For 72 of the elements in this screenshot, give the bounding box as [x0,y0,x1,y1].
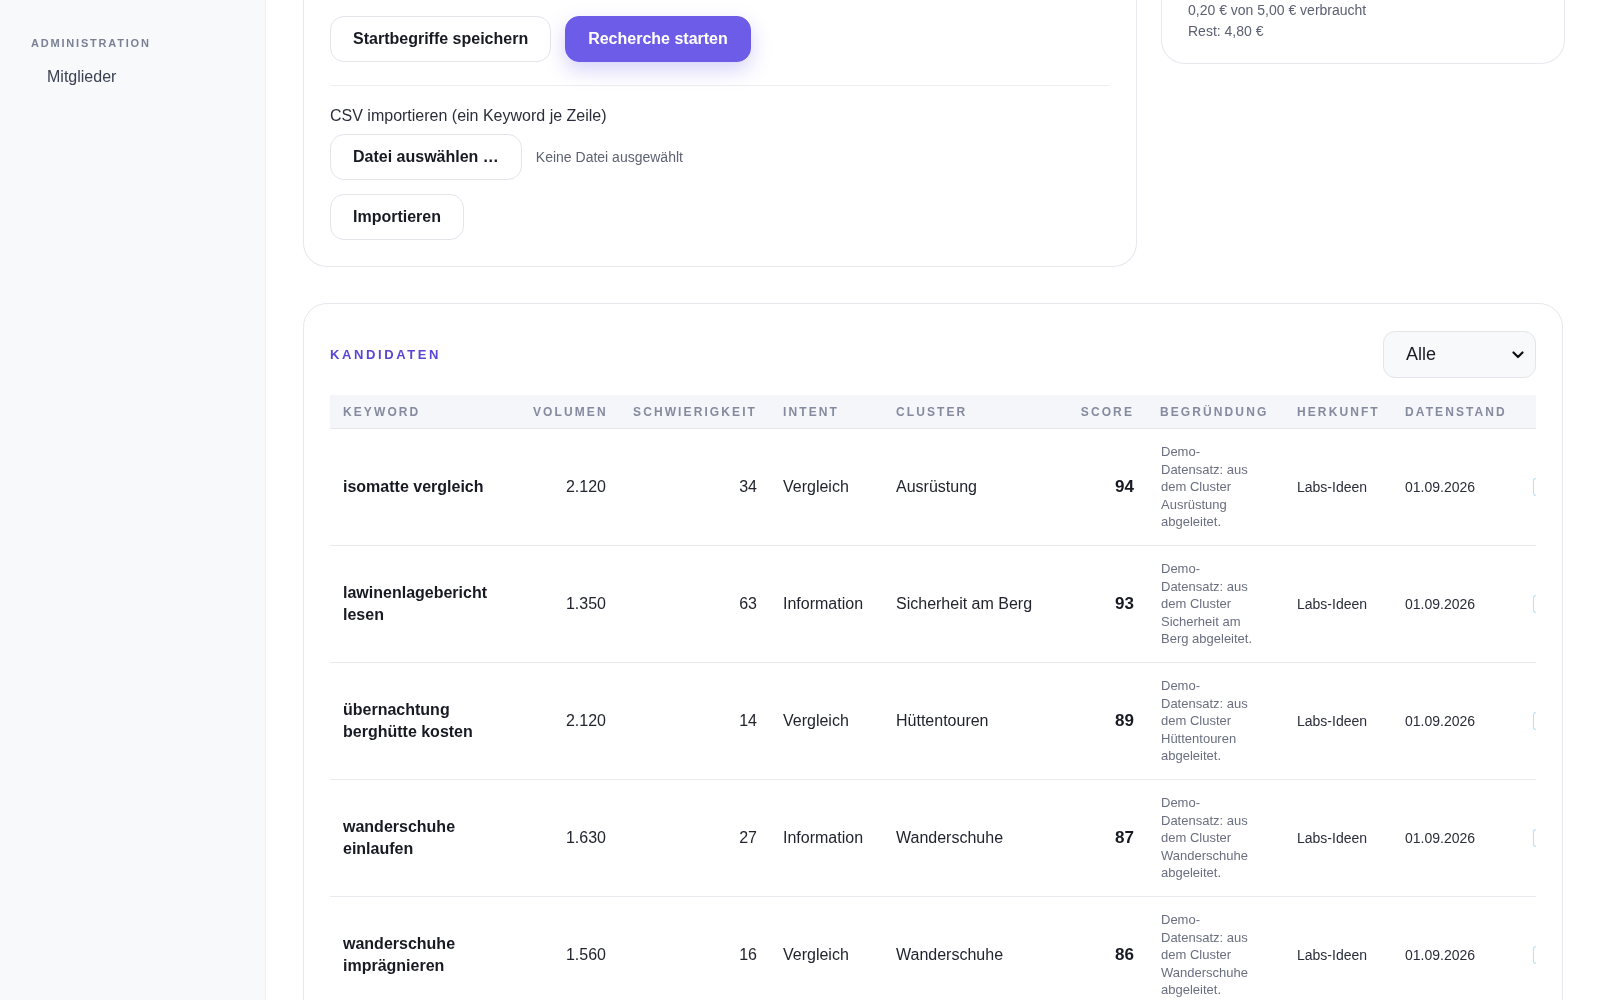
csv-import-label: CSV importieren (ein Keyword je Zeile) [330,107,607,125]
keyword-cell-text: übernachtung berghütte kosten [343,700,474,742]
source-cell: Labs-Ideen [1297,479,1368,495]
cluster-cell: Sicherheit am Berg [896,595,1033,612]
reason-cell-text: Demo-Datensatz: aus dem Cluster Sicherheit am Berg abgeleitet. [1161,560,1254,648]
section-title: ADMINISTRATION [31,37,151,49]
score-cell: 89 [1115,711,1134,730]
date-cell: 01.09.2026 [1405,596,1476,612]
pill-edge-icon [1533,712,1536,730]
date-cell: 01.09.2026 [1405,479,1476,495]
reason-cell-text: Demo-Datensatz: aus dem Cluster Ausrüstung abgeleitet. [1161,443,1249,531]
score-cell: 87 [1115,828,1134,847]
date-cell: 01.09.2026 [1405,830,1476,846]
column-header: BEGRÜNDUNG [1160,404,1269,419]
file-status: Keine Datei ausgewählt [535,149,683,165]
column-header: VOLUMEN [533,404,608,419]
column-header: DATENSTAND [1405,404,1507,419]
difficulty-cell: 63 [739,595,757,612]
reason-cell-text: Demo-Datensatz: aus dem Cluster Wanderschuhe abgeleitet. [1161,911,1249,999]
column-header: SCHWIERIGKEIT [633,404,757,419]
score-cell: 94 [1115,477,1134,496]
budget-text: 0,20 € von 5,00 € verbraucht [1188,1,1367,20]
column-header: INTENT [783,404,839,419]
keyword-cell-text: wanderschuhe imprägnieren [343,934,457,976]
budget-text: Rest: 4,80 € [1188,22,1264,41]
keyword-cell-text: lawinenlagebericht lesen [343,583,489,625]
pill-edge-icon [1533,829,1536,847]
score-cell: 93 [1115,594,1134,613]
reason-cell-text: Demo-Datensatz: aus dem Cluster Hüttentouren abgeleitet. [1161,677,1249,765]
import-button[interactable]: Importieren [330,194,464,240]
sidebar-item[interactable]: Mitglieder [47,68,117,86]
difficulty-cell: 14 [739,712,757,729]
intent-cell: Vergleich [783,478,849,495]
source-cell: Labs-Ideen [1297,596,1368,612]
intent-cell: Vergleich [783,946,849,963]
pill-edge-icon [1533,478,1536,496]
reason-cell-text: Demo-Datensatz: aus dem Cluster Wanderschuhe abgeleitet. [1161,794,1249,882]
intent-cell: Information [783,829,864,846]
cluster-cell: Wanderschuhe [896,946,1004,963]
date-cell: 01.09.2026 [1405,713,1476,729]
card-title: KANDIDATEN [330,347,441,362]
difficulty-cell: 34 [739,478,757,495]
column-header: HERKUNFT [1297,404,1380,419]
intent-cell: Vergleich [783,712,849,729]
intent-cell: Information [783,595,864,612]
column-header: CLUSTER [896,404,968,419]
difficulty-cell: 16 [739,946,757,963]
volume-cell: 2.120 [565,712,606,729]
score-cell: 86 [1115,945,1134,964]
filter-select[interactable]: Alle [1383,331,1536,378]
difficulty-cell: 27 [739,829,757,846]
source-cell: Labs-Ideen [1297,713,1368,729]
cluster-cell: Hüttentouren [896,712,989,729]
column-header: SCORE [1080,404,1134,419]
save-terms-button[interactable]: Startbegriffe speichern [330,16,552,62]
pill-edge-icon [1533,595,1536,613]
volume-cell: 1.630 [565,829,606,846]
cluster-cell: Wanderschuhe [896,829,1004,846]
start-research-button[interactable]: Recherche starten [565,16,751,62]
choose-file-button[interactable]: Datei auswählen … [330,134,522,180]
date-cell: 01.09.2026 [1405,947,1476,963]
volume-cell: 1.350 [565,595,606,612]
source-cell: Labs-Ideen [1297,947,1368,963]
keyword-cell-text: isomatte vergleich [343,477,484,497]
pill-edge-icon [1533,946,1536,964]
volume-cell: 2.120 [565,478,606,495]
column-header: KEYWORD [343,404,421,419]
volume-cell: 1.560 [565,946,606,963]
cluster-cell: Ausrüstung [896,478,977,495]
chevron-down-icon [1512,350,1524,359]
keyword-cell-text: wanderschuhe einlaufen [343,817,457,859]
source-cell: Labs-Ideen [1297,830,1368,846]
